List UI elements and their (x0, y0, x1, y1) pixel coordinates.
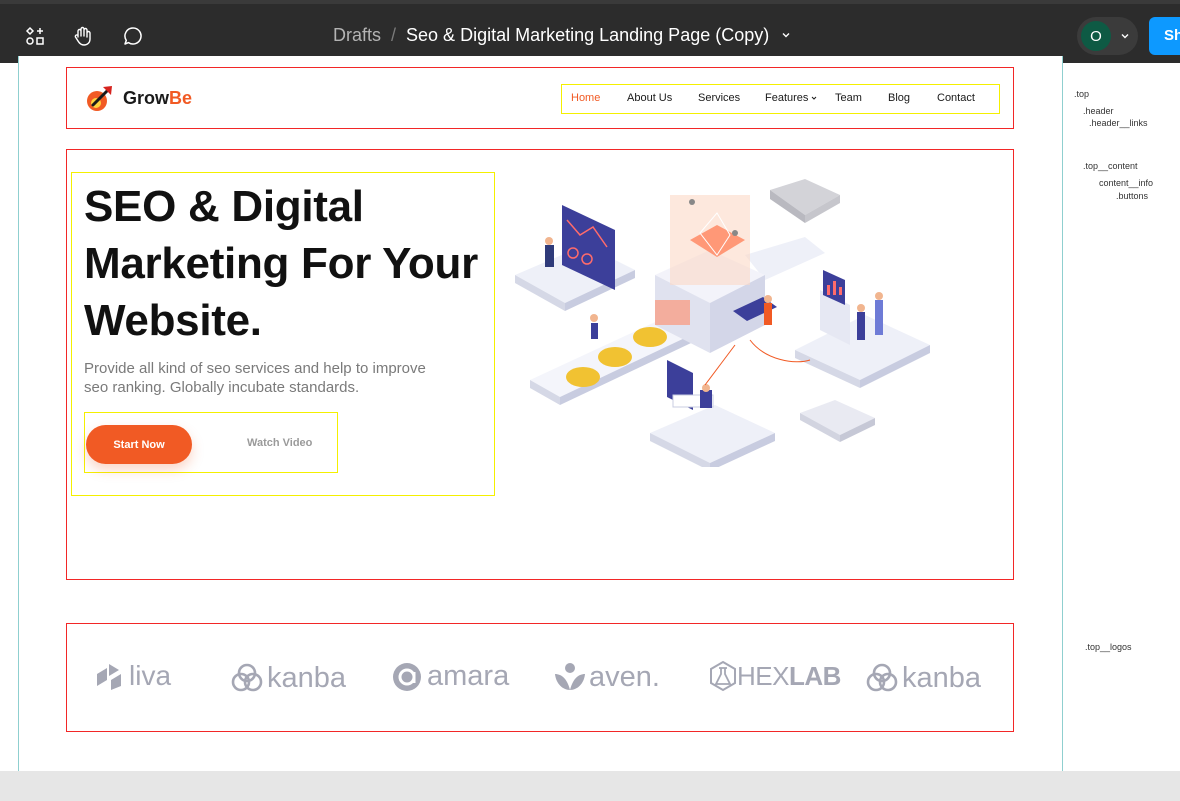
amara-logo-icon (393, 662, 421, 691)
hero-description: Provide all kind of seo services and hel… (84, 360, 464, 397)
logo-text-accent: Be (169, 87, 193, 108)
chevron-down-icon[interactable] (781, 30, 791, 40)
file-name[interactable]: Seo & Digital Marketing Landing Page (Co… (406, 25, 769, 46)
header-links: Home About Us Services Features Team Blo… (561, 84, 1000, 114)
hero-description-line: Provide all kind of seo services and hel… (84, 360, 426, 377)
partner-logo-amara: amara (391, 660, 509, 693)
chevron-down-icon[interactable] (1120, 31, 1130, 41)
hero-description-line: seo ranking. Globally incubate standards… (84, 378, 360, 396)
avatar[interactable]: O (1081, 21, 1111, 51)
layer-note-top: .top (1074, 89, 1090, 99)
partner-logo-liva: liva (93, 660, 171, 692)
hero-title: SEO & Digital Marketing For Your Website… (84, 178, 494, 349)
logo-text: GrowBe (123, 88, 192, 109)
kanba-logo-icon (866, 663, 898, 692)
watch-video-button[interactable]: Watch Video (247, 437, 312, 449)
nav-services[interactable]: Services (698, 92, 740, 104)
chevron-down-icon (812, 96, 817, 100)
nav-about-us[interactable]: About Us (627, 92, 672, 104)
nav-features-label: Features (765, 92, 809, 104)
canvas-bottom (0, 771, 1180, 801)
aven-logo-text: aven. (589, 660, 660, 693)
layer-note-top-logos: .top__logos (1085, 642, 1132, 652)
nav-contact[interactable]: Contact (937, 92, 975, 104)
nav-features[interactable]: Features (765, 92, 817, 104)
kanba-logo-text: kanba (267, 661, 347, 694)
amara-logo-text: amara (427, 660, 510, 692)
editor-toolbar: Drafts / Seo & Digital Marketing Landing… (0, 0, 1180, 63)
nav-home[interactable]: Home (571, 92, 600, 104)
nav-blog[interactable]: Blog (888, 92, 910, 104)
hero-title-line: Website. (84, 296, 262, 345)
breadcrumb-separator: / (391, 24, 397, 45)
liva-logo-icon (97, 664, 121, 690)
kanba-logo-icon (231, 663, 263, 692)
hero-title-line: SEO & Digital (84, 182, 364, 231)
comment-icon[interactable] (121, 24, 145, 48)
logo-text-primary: Grow (123, 87, 170, 108)
growbe-logo-icon (87, 86, 112, 111)
layer-note-content-info: content__info (1099, 178, 1154, 188)
partner-logo-kanba: kanba (229, 660, 346, 696)
grid-shapes-icon[interactable] (23, 24, 47, 48)
isometric-seo-illustration (515, 179, 930, 467)
share-button[interactable]: Sh (1149, 17, 1180, 55)
layer-note-top-content: .top__content (1083, 161, 1138, 171)
hexlab-logo-text-lab: LAB (788, 660, 841, 691)
partner-logo-aven: aven. (553, 660, 660, 694)
layer-note-buttons: .buttons (1116, 191, 1149, 201)
nav-team[interactable]: Team (835, 92, 862, 104)
hexlab-logo-icon (710, 660, 736, 692)
hero-title-line: Marketing For Your (84, 239, 478, 288)
layer-note-header: .header (1083, 106, 1114, 116)
partner-logo-kanba-2: kanba (864, 660, 981, 696)
breadcrumb: Drafts / Seo & Digital Marketing Landing… (333, 22, 791, 48)
partner-logo-hexlab: HEXLAB (709, 660, 841, 692)
hexlab-logo-text-hex: HEX (737, 660, 789, 691)
kanba-logo-text: kanba (902, 661, 982, 694)
site-logo[interactable]: GrowBe (85, 83, 192, 113)
breadcrumb-drafts[interactable]: Drafts (333, 25, 381, 46)
aven-logo-icon (555, 663, 585, 690)
multiplayer-avatars[interactable]: O (1077, 17, 1138, 55)
liva-logo-text: liva (129, 660, 172, 691)
hand-tool-icon[interactable] (71, 24, 95, 48)
hexlab-logo-text: HEXLAB (737, 661, 841, 692)
start-now-button[interactable]: Start Now (86, 425, 192, 464)
layer-note-header-links: .header__links (1089, 118, 1148, 128)
